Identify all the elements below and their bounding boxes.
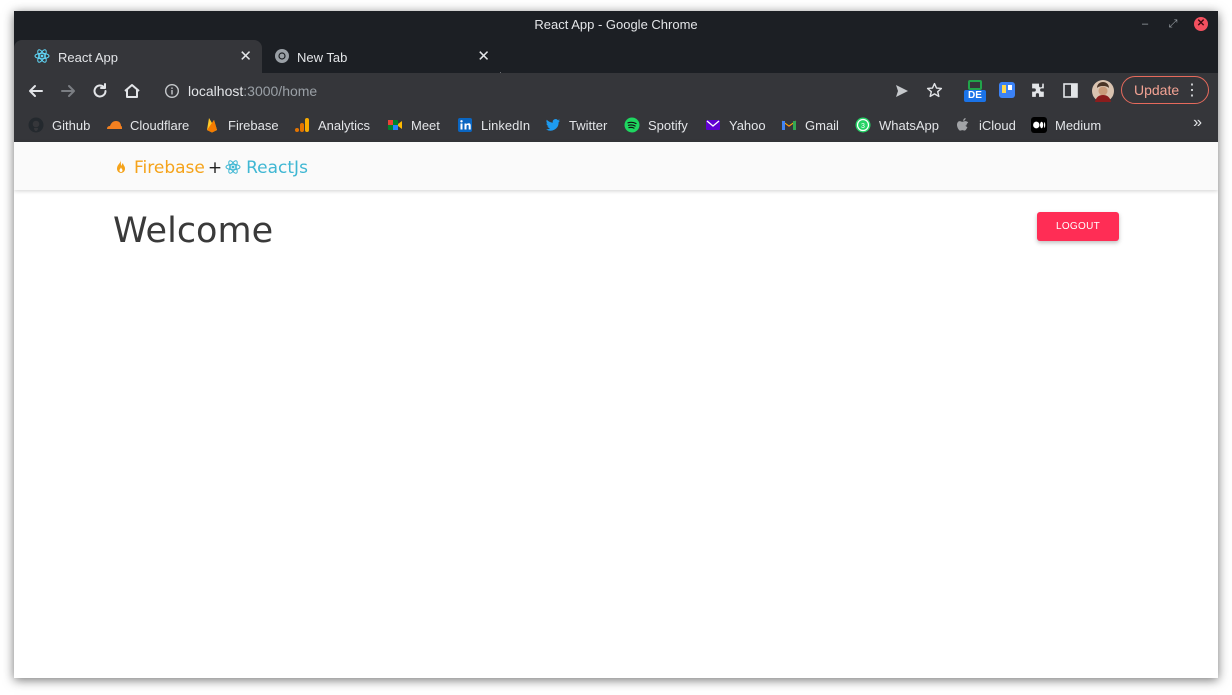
window-title: React App - Google Chrome bbox=[534, 17, 698, 32]
cloudflare-icon bbox=[107, 121, 122, 129]
whatsapp-icon: 3 bbox=[855, 117, 871, 133]
bookmark-label: Firebase bbox=[228, 118, 279, 133]
tab-close-icon[interactable]: ✕ bbox=[239, 47, 252, 65]
brand-link[interactable]: Firebase + ReactJs bbox=[113, 158, 308, 178]
minimize-icon[interactable]: – bbox=[1138, 17, 1152, 31]
brand-plus: + bbox=[207, 158, 223, 178]
analytics-icon bbox=[295, 118, 309, 132]
bookmark-label: Yahoo bbox=[729, 118, 766, 133]
site-info-icon[interactable] bbox=[164, 83, 180, 99]
brand-react: ReactJs bbox=[246, 158, 308, 178]
update-button[interactable]: Update ⋮ bbox=[1121, 76, 1209, 104]
flame-icon bbox=[116, 160, 126, 174]
close-window-icon[interactable]: ✕ bbox=[1194, 17, 1208, 31]
reload-icon[interactable] bbox=[90, 81, 110, 101]
browser-toolbar: localhost:3000/home DE Update ⋮ bbox=[14, 73, 1218, 109]
page-title: Welcome bbox=[113, 211, 274, 251]
app-navbar: Firebase + ReactJs bbox=[14, 142, 1218, 190]
bookmarks-bar: Github Cloudflare Firebase Analytics Mee… bbox=[14, 109, 1218, 142]
gmail-icon bbox=[781, 120, 797, 130]
tab-strip: React App ✕ New Tab ✕ + ⌄ bbox=[14, 37, 1218, 92]
meet-icon bbox=[388, 120, 402, 130]
profile-avatar[interactable] bbox=[1092, 80, 1114, 102]
bookmark-label: WhatsApp bbox=[879, 118, 939, 133]
chrome-icon bbox=[275, 49, 289, 63]
tab-react-app[interactable]: React App ✕ bbox=[14, 40, 262, 73]
tab-new-tab[interactable]: New Tab ✕ bbox=[262, 40, 500, 73]
title-bar: React App - Google Chrome – ⤢ ✕ bbox=[14, 11, 1218, 37]
brand-firebase: Firebase bbox=[134, 158, 205, 178]
update-label: Update bbox=[1134, 82, 1180, 98]
menu-kebab-icon[interactable]: ⋮ bbox=[1184, 80, 1200, 100]
github-icon bbox=[28, 117, 44, 133]
bookmark-star-icon[interactable] bbox=[926, 82, 943, 99]
home-icon[interactable] bbox=[122, 81, 142, 101]
bookmark-label: Github bbox=[52, 118, 91, 133]
forward-arrow-icon[interactable] bbox=[58, 81, 78, 101]
svg-text:3: 3 bbox=[861, 123, 865, 130]
bookmark-label: Spotify bbox=[648, 118, 688, 133]
url-text: localhost:3000/home bbox=[188, 83, 318, 99]
board-extension-icon[interactable] bbox=[999, 82, 1015, 98]
tab-close-icon[interactable]: ✕ bbox=[477, 47, 490, 65]
yahoo-icon bbox=[706, 120, 720, 130]
bookmarks-overflow-icon[interactable]: » bbox=[1193, 114, 1202, 132]
address-bar[interactable]: localhost:3000/home bbox=[154, 77, 1084, 105]
bookmark-label: Twitter bbox=[569, 118, 608, 133]
restore-icon[interactable]: ⤢ bbox=[1166, 17, 1180, 31]
de-extension-icon[interactable]: DE bbox=[964, 80, 986, 102]
browser-window: React App - Google Chrome – ⤢ ✕ React Ap… bbox=[14, 11, 1218, 678]
bookmark-label: Medium bbox=[1055, 118, 1102, 133]
bookmark-label: Cloudflare bbox=[130, 118, 190, 133]
react-icon bbox=[225, 160, 241, 174]
bookmark-label: iCloud bbox=[979, 118, 1016, 133]
bookmark-label: LinkedIn bbox=[481, 118, 531, 133]
apple-icon bbox=[957, 118, 969, 131]
back-arrow-icon[interactable] bbox=[26, 81, 46, 101]
logout-button[interactable]: LOGOUT bbox=[1037, 212, 1119, 241]
bookmark-label: Meet bbox=[411, 118, 440, 133]
bookmark-label: Analytics bbox=[318, 118, 371, 133]
side-panel-icon[interactable] bbox=[1063, 83, 1078, 98]
extensions-puzzle-icon[interactable] bbox=[1030, 82, 1047, 99]
tab-label: React App bbox=[58, 50, 118, 65]
tab-label: New Tab bbox=[297, 50, 348, 65]
bookmark-label: Gmail bbox=[805, 118, 839, 133]
react-icon bbox=[34, 49, 50, 63]
firebase-icon bbox=[207, 118, 217, 133]
medium-icon bbox=[1031, 117, 1047, 133]
twitter-icon bbox=[546, 119, 560, 131]
linkedin-icon bbox=[458, 118, 472, 132]
send-icon[interactable] bbox=[894, 83, 910, 99]
spotify-icon bbox=[624, 117, 640, 133]
